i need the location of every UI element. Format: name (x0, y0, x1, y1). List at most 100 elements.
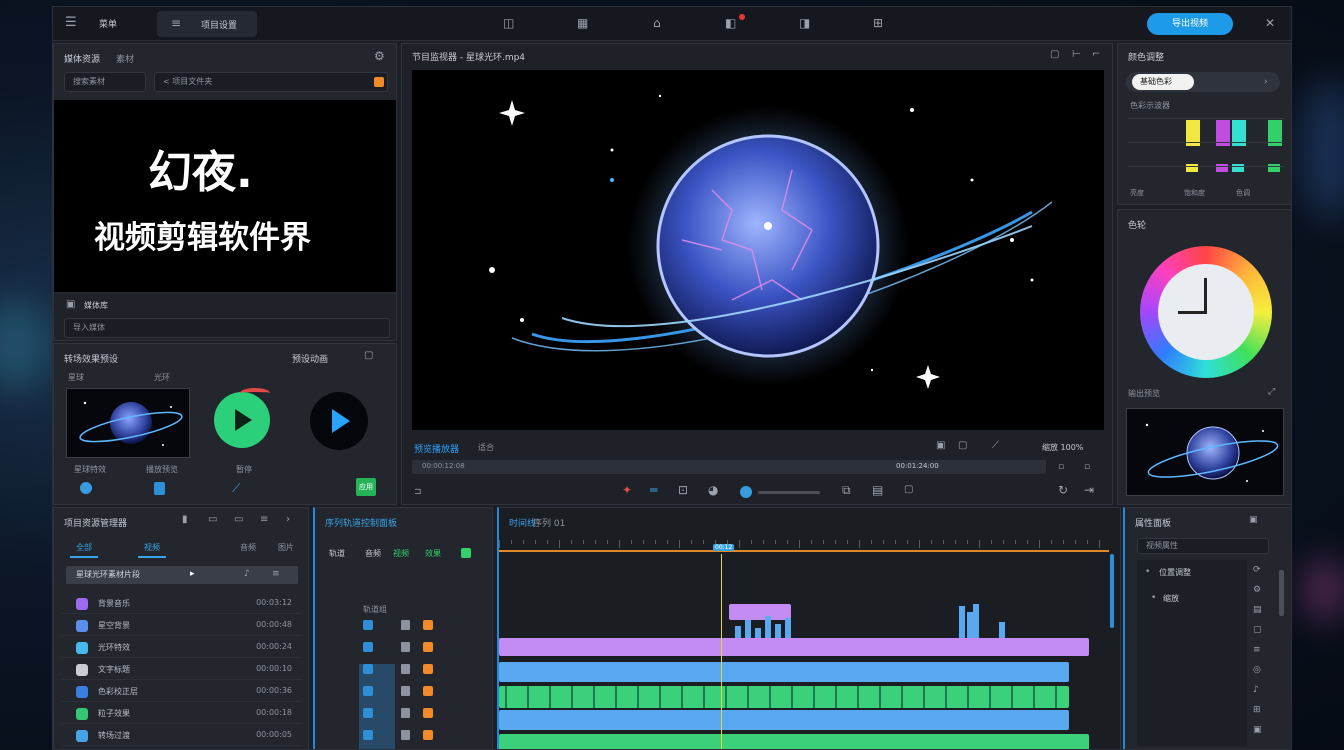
property-tool-icon[interactable]: ▤ (1253, 604, 1262, 616)
timeline-clip[interactable] (729, 604, 791, 620)
timeline-clip[interactable] (499, 662, 1069, 682)
track-mute[interactable] (423, 686, 433, 696)
copy-icon[interactable]: ⧉ (842, 484, 851, 496)
tab-video[interactable]: 视频 (138, 542, 166, 558)
timeline-clip[interactable] (499, 710, 1069, 730)
list-item[interactable]: 光环特效 00:00:24 (62, 638, 302, 658)
timeline-scrollbar[interactable] (1110, 554, 1114, 628)
timeline-clip[interactable] (499, 734, 1089, 749)
track-mute[interactable] (423, 620, 433, 630)
pin-icon[interactable]: ⊢ (1072, 49, 1081, 61)
mask-icon[interactable]: ⊡ (678, 484, 688, 496)
properties-icon[interactable]: ▣ (1249, 514, 1258, 526)
prop-item-2[interactable]: 缩放 (1163, 593, 1179, 604)
fullscreen-icon[interactable]: ▢ (1050, 49, 1059, 61)
collapse-icon[interactable]: › (286, 514, 290, 526)
selected-asset-row[interactable]: 星球光环素材片段 ▸ ♪ ≡ (66, 566, 298, 584)
grid-icon[interactable]: ▦ (577, 17, 588, 29)
list-item[interactable]: 星空背景 00:00:48 (62, 616, 302, 636)
import-media-field[interactable]: 导入媒体 (64, 318, 390, 338)
list-item[interactable]: 转场过渡 00:00:05 (62, 726, 302, 746)
step-end-icon[interactable]: ▫ (1084, 461, 1090, 473)
property-tool-icon[interactable]: ⟳ (1253, 564, 1261, 576)
stack-icon[interactable]: ▤ (872, 484, 883, 496)
crop-icon[interactable]: ◫ (503, 17, 514, 29)
hamburger-menu-icon[interactable]: ☰ (65, 16, 77, 29)
video-canvas[interactable] (412, 70, 1104, 430)
orange-badge-icon[interactable] (374, 77, 384, 87)
planet-thumbnail[interactable] (66, 388, 190, 458)
export-video-button[interactable]: 导出视频 (1147, 13, 1233, 35)
property-tool-icon[interactable]: ♪ (1253, 684, 1259, 696)
property-tool-icon[interactable]: ≡ (1253, 644, 1261, 656)
track-mute[interactable] (423, 664, 433, 674)
timeline-clip[interactable] (499, 686, 1069, 708)
tab-all[interactable]: 全部 (70, 542, 98, 558)
monitor-icon[interactable]: ▭ (208, 514, 217, 526)
pause-button[interactable] (310, 392, 368, 450)
track-control[interactable] (363, 642, 373, 652)
expand-icon[interactable]: ⤢ (1268, 386, 1275, 398)
track-mute[interactable] (423, 642, 433, 652)
snapshot-icon[interactable]: ▣ (936, 440, 945, 452)
track-lock[interactable] (401, 708, 410, 718)
mute-icon[interactable]: ◕ (708, 484, 718, 496)
jump-end-icon[interactable]: ⇥ (1084, 484, 1094, 496)
lock-icon[interactable]: ⌂ (653, 17, 661, 29)
track-visibility-icon[interactable] (461, 548, 471, 558)
zoom-globe-icon[interactable] (740, 486, 752, 498)
media-panel-tab[interactable]: 素材 (116, 52, 134, 65)
time-ruler[interactable] (499, 540, 1109, 554)
export-icon[interactable]: ◨ (799, 17, 810, 29)
more-icon[interactable]: ⌐ (1092, 49, 1100, 61)
property-tool-icon[interactable]: ◎ (1253, 664, 1261, 676)
panel-options-icon[interactable]: ▢ (364, 350, 373, 362)
loop-icon[interactable]: ↻ (1058, 484, 1068, 496)
project-settings-tab[interactable]: ≡ 项目设置 (157, 11, 257, 37)
track-lock[interactable] (401, 686, 410, 696)
play-preview-button[interactable] (214, 392, 270, 448)
step-forward-icon[interactable]: ▫ (1058, 461, 1064, 473)
color-wheel[interactable] (1140, 246, 1272, 378)
property-tool-icon[interactable]: ⊞ (1253, 704, 1261, 716)
menu-label[interactable]: 菜单 (99, 17, 117, 30)
scrub-bar[interactable]: 00:00:12:08 00:01:24:00 (412, 460, 1046, 474)
list-item[interactable]: 背景音乐 00:03:12 (62, 594, 302, 614)
property-tool-icon[interactable]: ⚙ (1253, 584, 1261, 596)
track-lock[interactable] (401, 730, 410, 740)
safe-area-icon[interactable]: ▢ (958, 440, 967, 452)
window-icon[interactable]: ▭ (234, 514, 243, 526)
frame-icon[interactable]: ▢ (904, 484, 913, 496)
list-item[interactable]: 粒子效果 00:00:18 (62, 704, 302, 724)
bookmark-icon[interactable]: ▮ (182, 514, 188, 526)
zoom-slider[interactable] (758, 491, 820, 494)
document-icon[interactable] (154, 482, 165, 495)
search-input[interactable]: 搜索素材 (64, 72, 146, 92)
prop-item-1[interactable]: 位置调整 (1159, 567, 1191, 578)
playhead[interactable] (721, 554, 722, 749)
track-control[interactable] (363, 620, 373, 630)
trim-icon[interactable]: ⊐ (414, 486, 422, 498)
track-lock[interactable] (401, 620, 410, 630)
list-item[interactable]: 文字标题 00:00:10 (62, 660, 302, 680)
list-view-icon[interactable]: ≡ (260, 514, 268, 526)
color-preset-select[interactable]: 基础色彩 › (1126, 72, 1280, 92)
globe-icon[interactable] (80, 482, 92, 494)
layout-icon[interactable]: ⊞ (873, 17, 883, 29)
apply-button[interactable]: 应用 (356, 478, 376, 496)
property-tool-icon[interactable]: ▢ (1253, 624, 1262, 636)
ruler-icon[interactable]: ⟋ (992, 440, 999, 452)
property-tool-icon[interactable]: ▣ (1253, 724, 1262, 736)
close-icon[interactable]: ✕ (1265, 17, 1275, 29)
folder-path-input[interactable]: < 项目文件夹 (154, 72, 388, 92)
equals-icon[interactable]: ═ (650, 484, 657, 496)
track-mute[interactable] (423, 708, 433, 718)
tab-audio[interactable]: 音频 (240, 542, 256, 553)
properties-scrollbar[interactable] (1279, 570, 1284, 616)
track-lock[interactable] (401, 664, 410, 674)
marker-icon[interactable]: ✦ (622, 484, 632, 496)
wand-icon[interactable]: ⟋ (232, 482, 240, 494)
tab-images[interactable]: 图片 (278, 542, 294, 553)
track-lock[interactable] (401, 642, 410, 652)
timeline-clip[interactable] (499, 638, 1089, 656)
